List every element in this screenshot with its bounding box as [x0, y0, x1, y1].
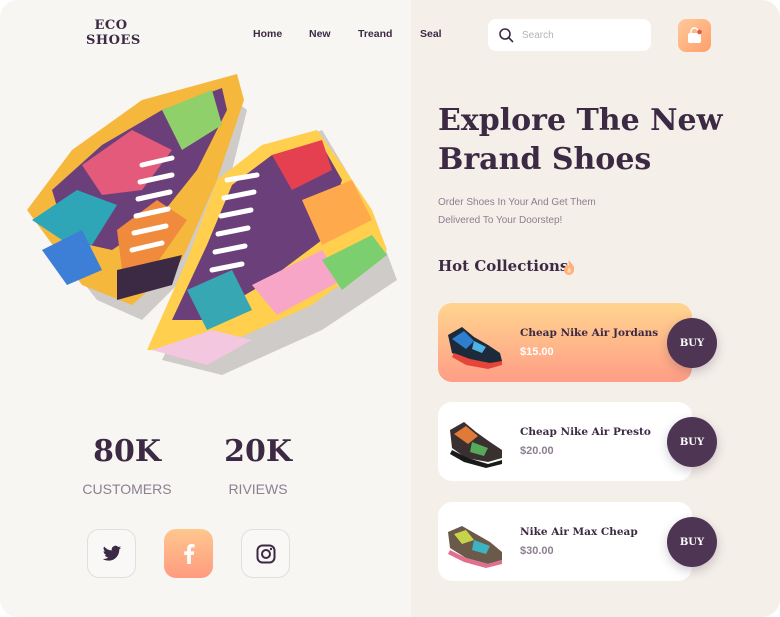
search-input[interactable] [522, 26, 642, 44]
sneaker-thumbnail-icon [448, 327, 502, 369]
hero-title-line-1: Explore The New [438, 103, 723, 138]
search-box[interactable] [488, 19, 651, 51]
facebook-icon [183, 543, 194, 564]
reviews-count: 20K [224, 434, 292, 469]
shopping-bag-icon [688, 27, 702, 43]
nav-new[interactable]: New [309, 28, 331, 40]
product-card[interactable]: Cheap Nike Air Presto $20.00 [438, 402, 692, 481]
product-card[interactable]: Cheap Nike Air Jordans $15.00 [438, 303, 692, 382]
nav-treand[interactable]: Treand [358, 28, 392, 40]
product-name: Nike Air Max Cheap [520, 526, 638, 538]
hot-collections-title: Hot Collections [438, 257, 569, 275]
sneaker-thumbnail-icon [450, 422, 502, 468]
reviews-label: RIVIEWS [228, 481, 288, 497]
flame-icon [564, 260, 575, 275]
hero-title: Explore The New Brand Shoes [438, 101, 738, 179]
page: ECO SHOES Home New Treand Seal Search Ex… [0, 0, 780, 617]
instagram-button[interactable] [241, 529, 290, 578]
brand-line-2: SHOES [86, 33, 141, 48]
twitter-icon [102, 545, 121, 561]
product-card[interactable]: Nike Air Max Cheap $30.00 [438, 502, 692, 581]
brand-line-1: ECO [94, 18, 128, 33]
brand-logo[interactable]: ECO SHOES [86, 18, 141, 48]
product-name: Cheap Nike Air Jordans [520, 327, 659, 339]
buy-button[interactable]: BUY [667, 318, 717, 368]
nav-home[interactable]: Home [253, 28, 282, 40]
product-price: $15.00 [520, 346, 554, 358]
buy-button[interactable]: BUY [667, 417, 717, 467]
product-price: $30.00 [520, 545, 554, 557]
buy-button[interactable]: BUY [667, 517, 717, 567]
hero-subtitle-line-1: Order Shoes In Your And Get Them [438, 197, 596, 208]
facebook-button[interactable] [164, 529, 213, 578]
hero-subtitle: Order Shoes In Your And Get Them Deliver… [438, 194, 638, 230]
nav-seal[interactable]: Seal [420, 28, 442, 40]
hero-title-line-2: Brand Shoes [438, 142, 652, 177]
search-icon [499, 28, 514, 43]
sneaker-thumbnail-icon [448, 526, 502, 568]
sneakers-illustration-icon [27, 74, 397, 375]
customers-label: CUSTOMERS [82, 481, 172, 497]
cart-button[interactable] [678, 19, 711, 52]
customers-count: 80K [93, 434, 161, 469]
hero-subtitle-line-2: Delivered To Your Doorstep! [438, 215, 563, 226]
product-price: $20.00 [520, 445, 554, 457]
instagram-icon [256, 544, 275, 563]
twitter-button[interactable] [87, 529, 136, 578]
product-name: Cheap Nike Air Presto [520, 426, 651, 438]
